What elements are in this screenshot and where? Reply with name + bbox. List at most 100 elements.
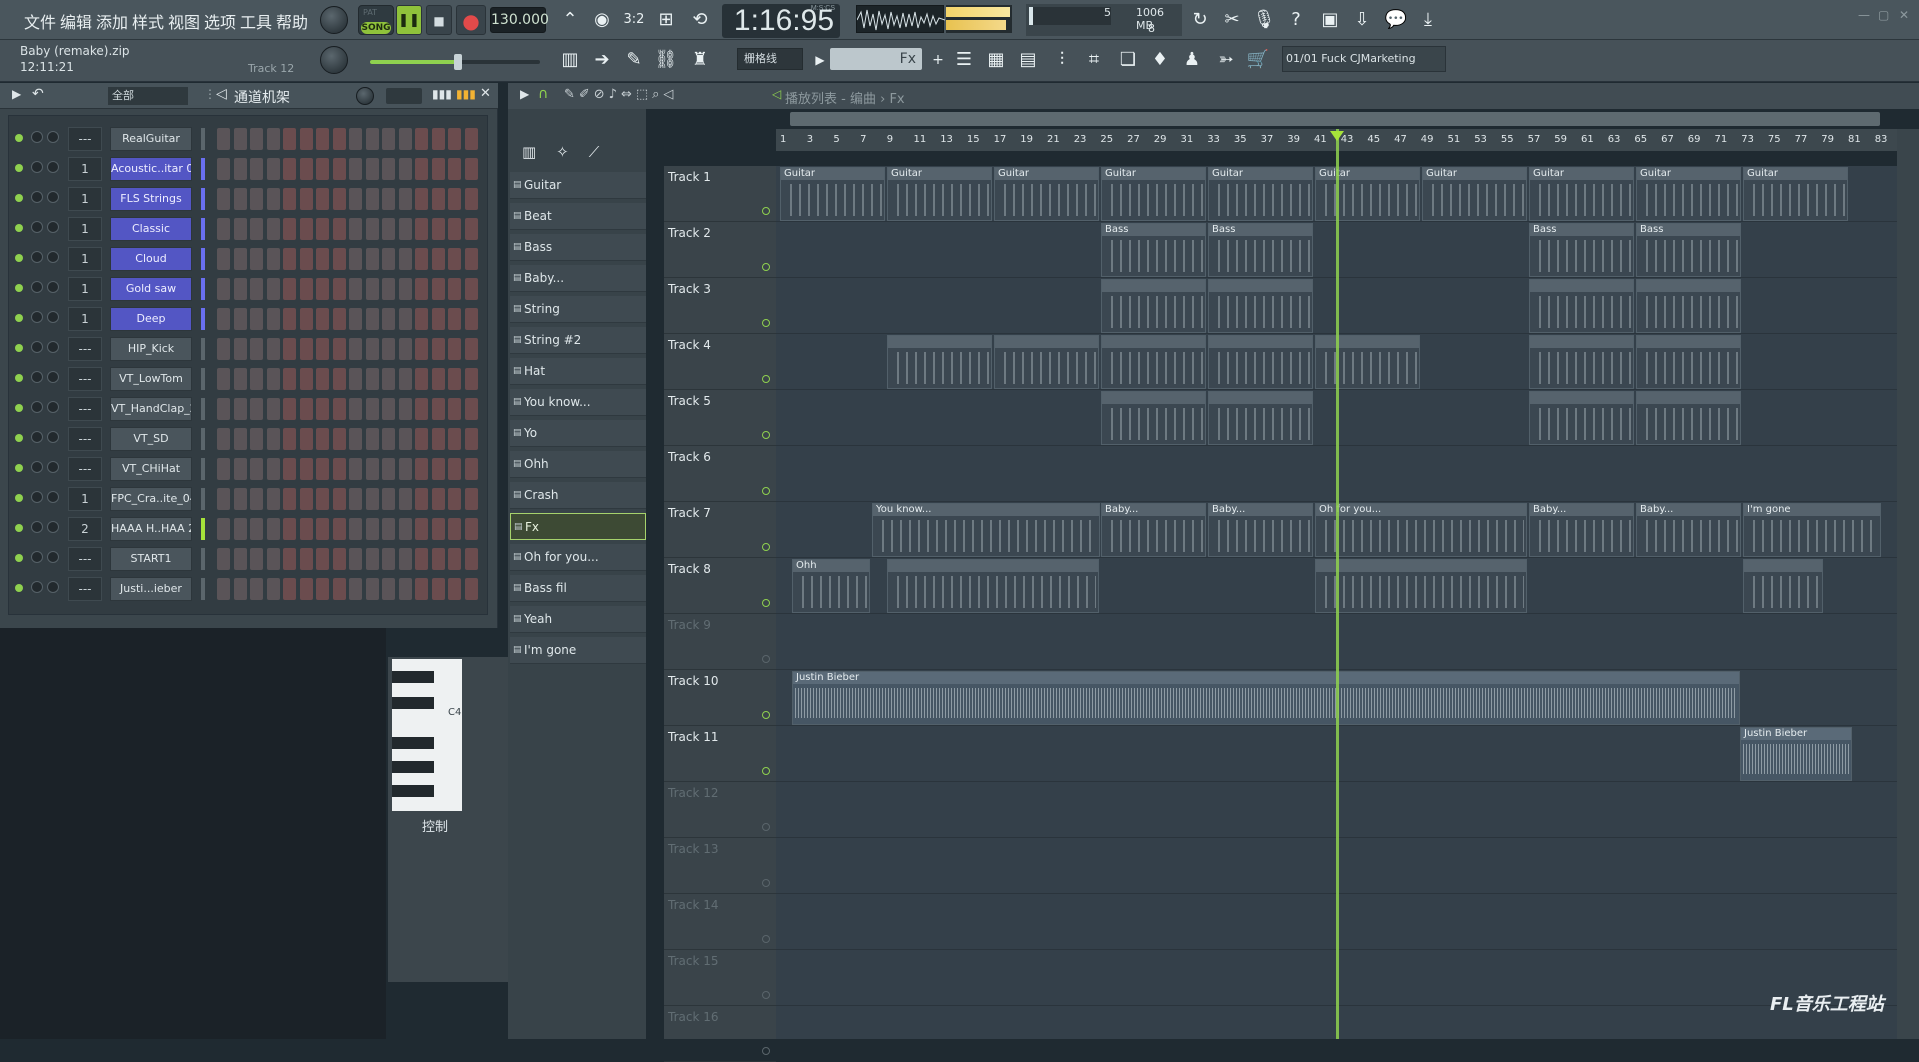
pattern-clip[interactable]	[994, 335, 1099, 389]
step-button[interactable]	[332, 278, 346, 300]
step-button[interactable]	[283, 188, 296, 210]
minimize-icon[interactable]: —	[1858, 8, 1870, 22]
step-button[interactable]	[266, 338, 280, 360]
step-button[interactable]	[266, 428, 280, 450]
step-button[interactable]	[398, 218, 412, 240]
pattern-clip[interactable]	[1529, 279, 1634, 333]
channel-select-indicator[interactable]	[201, 398, 205, 420]
step-button[interactable]	[382, 158, 395, 180]
step-button[interactable]	[250, 248, 263, 270]
pattern-clip[interactable]	[1101, 335, 1206, 389]
step-button[interactable]	[316, 488, 329, 510]
channel-name-button[interactable]: HIP_Kick	[110, 337, 192, 361]
channel-row[interactable]: --- Justi...ieber	[9, 574, 487, 604]
channel-mixer-track[interactable]: ---	[68, 577, 102, 601]
step-button[interactable]	[283, 398, 296, 420]
step-button[interactable]	[266, 308, 280, 330]
step-button[interactable]	[349, 518, 362, 540]
channel-select-indicator[interactable]	[201, 188, 205, 210]
step-button[interactable]	[217, 218, 230, 240]
channel-mixer-track[interactable]: 1	[68, 187, 102, 211]
pattern-item[interactable]: ▤ Oh for you...	[510, 544, 646, 571]
step-button[interactable]	[299, 218, 313, 240]
track-mute-led[interactable]	[762, 655, 770, 663]
song-pattern-toggle[interactable]: PAT SONG	[358, 5, 394, 35]
step-button[interactable]	[332, 158, 346, 180]
menu-tools[interactable]: 工具	[240, 9, 272, 33]
step-button[interactable]	[349, 308, 362, 330]
channel-led[interactable]	[15, 314, 23, 322]
pattern-item[interactable]: ▤ Hat	[510, 358, 646, 385]
step-button[interactable]	[250, 578, 263, 600]
playlist-icon[interactable]: ☰	[950, 46, 978, 74]
pattern-clip[interactable]	[1208, 391, 1313, 445]
step-button[interactable]	[233, 248, 247, 270]
pattern-item[interactable]: ▤ Fx	[510, 513, 646, 540]
channel-select-indicator[interactable]	[201, 158, 205, 180]
channel-select-indicator[interactable]	[201, 218, 205, 240]
step-button[interactable]	[299, 368, 313, 390]
channel-mixer-track[interactable]: ---	[68, 397, 102, 421]
pattern-clip[interactable]: You know...	[872, 503, 1100, 557]
channel-mixer-track[interactable]: ---	[68, 367, 102, 391]
step-button[interactable]	[365, 428, 379, 450]
step-button[interactable]	[365, 458, 379, 480]
channel-pan-knob[interactable]	[31, 521, 43, 533]
channel-select-indicator[interactable]	[201, 578, 205, 600]
pattern-clip[interactable]: Baby...	[1101, 503, 1206, 557]
black-key[interactable]	[392, 761, 434, 773]
channel-pan-knob[interactable]	[31, 341, 43, 353]
step-button[interactable]	[233, 158, 247, 180]
step-button[interactable]	[365, 338, 379, 360]
step-button[interactable]	[398, 518, 412, 540]
channel-mixer-track[interactable]: 2	[68, 517, 102, 541]
pattern-clip[interactable]: Guitar	[1529, 167, 1634, 221]
audio-clip[interactable]: Justin Bieber	[1740, 727, 1852, 781]
step-button[interactable]	[233, 578, 247, 600]
pattern-item[interactable]: ▤ I'm gone	[510, 637, 646, 664]
track-mute-led[interactable]	[762, 375, 770, 383]
step-button[interactable]	[448, 308, 461, 330]
track-mute-led[interactable]	[762, 711, 770, 719]
pattern-clip[interactable]	[1315, 559, 1527, 613]
step-button[interactable]	[266, 128, 280, 150]
graph-icon[interactable]: ▮▮▮	[432, 87, 452, 101]
pattern-item[interactable]: ▤ Crash	[510, 482, 646, 509]
pattern-clip[interactable]	[1315, 335, 1420, 389]
channel-select-indicator[interactable]	[201, 458, 205, 480]
step-button[interactable]	[283, 158, 296, 180]
track-header[interactable]: Track 9	[664, 614, 776, 670]
track-mute-led[interactable]	[762, 991, 770, 999]
black-key[interactable]	[392, 785, 434, 797]
step-button[interactable]	[464, 128, 478, 150]
step-button[interactable]	[382, 428, 395, 450]
step-button[interactable]	[217, 188, 230, 210]
channel-volume-knob[interactable]	[47, 581, 59, 593]
step-button[interactable]	[332, 188, 346, 210]
step-button[interactable]	[283, 308, 296, 330]
step-button[interactable]	[464, 368, 478, 390]
pattern-clip[interactable]	[1101, 391, 1206, 445]
pattern-item[interactable]: ▤ Baby...	[510, 265, 646, 292]
channel-volume-knob[interactable]	[47, 191, 59, 203]
step-button[interactable]	[431, 488, 445, 510]
step-button[interactable]	[266, 548, 280, 570]
metronome-icon[interactable]: ⌃	[556, 6, 584, 34]
channel-volume-knob[interactable]	[47, 281, 59, 293]
playhead-marker[interactable]	[1330, 131, 1344, 141]
track-header[interactable]: Track 8	[664, 558, 776, 614]
step-button[interactable]	[431, 518, 445, 540]
step-button[interactable]	[464, 518, 478, 540]
step-button[interactable]	[398, 458, 412, 480]
channel-name-button[interactable]: Cloud	[110, 247, 192, 271]
step-button[interactable]	[448, 218, 461, 240]
step-button[interactable]	[217, 458, 230, 480]
step-button[interactable]	[464, 488, 478, 510]
master-pitch-knob[interactable]	[320, 46, 348, 74]
step-button[interactable]	[233, 128, 247, 150]
step-button[interactable]	[431, 548, 445, 570]
tempo-display[interactable]: 130.000	[490, 7, 549, 33]
channel-volume-knob[interactable]	[47, 551, 59, 563]
step-button[interactable]	[431, 368, 445, 390]
snap-select[interactable]: 栅格线	[737, 48, 803, 70]
